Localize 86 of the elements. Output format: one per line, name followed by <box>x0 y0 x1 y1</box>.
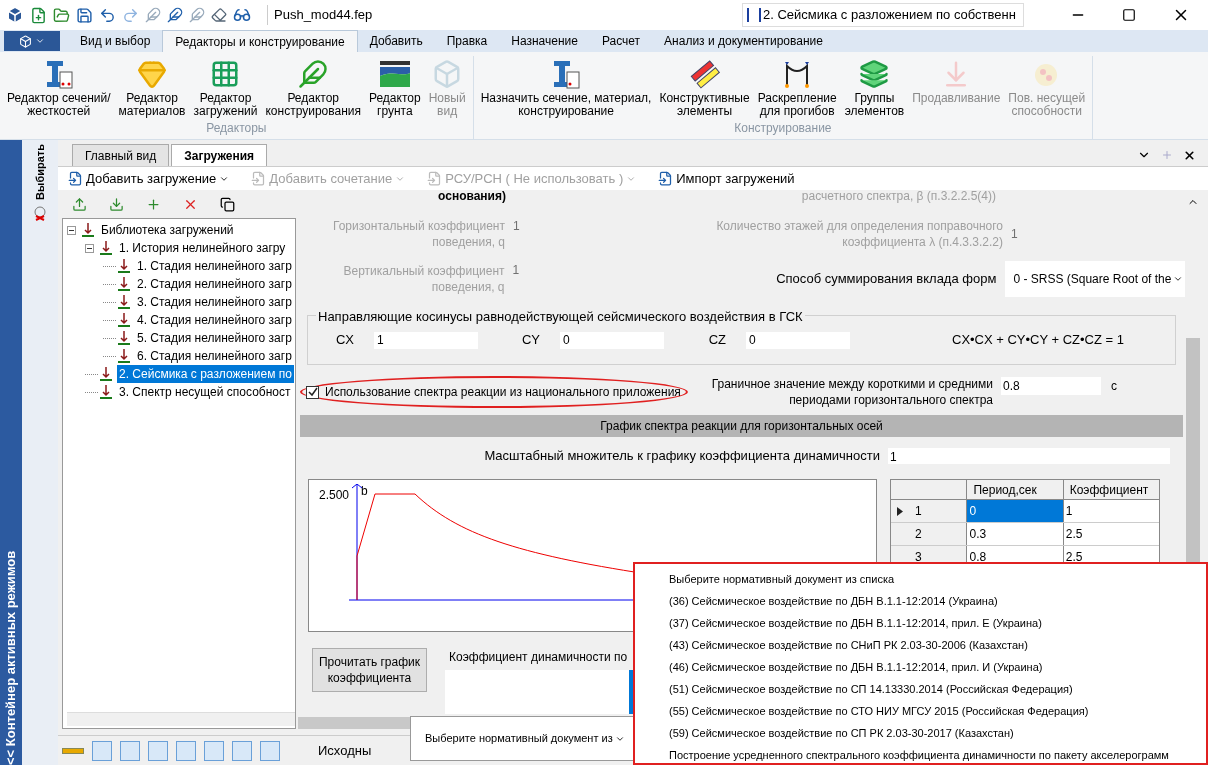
field-label: CY <box>520 331 541 350</box>
load-case-selector[interactable]: 2. Сейсмика с разложением по собственн <box>742 3 1024 27</box>
ribbon-tab[interactable]: Правка <box>434 30 500 52</box>
document-tab[interactable]: Загружения <box>171 144 268 166</box>
table-cell: 2.5 <box>1062 523 1159 545</box>
field-label: Граничное значение между короткими и средними периодами горизонтального спектра <box>710 376 993 408</box>
row-number: 2 <box>915 526 922 543</box>
document-tab[interactable]: Главный вид <box>72 144 170 166</box>
tree-item[interactable]: 3. Спектр несущей способност <box>117 383 293 401</box>
row-number: 3 <box>915 549 922 566</box>
field-label: Горизонтальный коэффициент поведения, q <box>332 218 505 250</box>
formula: CX•CX + CY•CY + CZ•CZ = 1 <box>952 331 1124 350</box>
table-cell: 1 <box>1062 500 1159 522</box>
field-label: CZ <box>707 331 727 350</box>
section-header: График спектра реакции для горизонтальных осей <box>300 415 1183 437</box>
text-field[interactable]: 1 <box>374 331 478 349</box>
side-tab[interactable]: Выбирать <box>31 144 49 200</box>
toolbar-button[interactable]: Импорт загружений <box>658 168 795 189</box>
tree-item[interactable]: 3. Стадия нелинейного загр <box>135 293 294 311</box>
tree-item[interactable]: 1. История нелинейного загру <box>117 239 288 257</box>
tree-item[interactable]: 2. Сейсмика с разложением по <box>117 365 294 383</box>
ribbon-tab[interactable]: Вид и выбор <box>68 30 163 52</box>
table-cell: 0 <box>966 500 1063 522</box>
ribbon-button[interactable]: Редактор грунта <box>366 56 424 118</box>
field-label: основания) <box>437 190 506 203</box>
field-label: расчетного спектра, β (п.3.2.2.5(4)) <box>800 190 996 203</box>
tree-item[interactable]: Библиотека загружений <box>99 221 236 239</box>
field-label: Вертикальный коэффициент поведения, q <box>342 263 505 295</box>
group-label: Конструирование <box>733 120 833 137</box>
text-field[interactable]: 0 <box>560 331 664 349</box>
tree-item[interactable]: 6. Стадия нелинейного загр <box>135 347 294 365</box>
ribbon-tab[interactable]: Расчет <box>589 30 653 52</box>
list-item[interactable]: (55) Сейсмическое воздействие по СТО НИУ МГСУ 2015 (Российская Федерация) <box>635 700 1206 722</box>
file-name: Push_mod44.fep <box>267 5 373 25</box>
ribbon-button[interactable]: Редактор загружений <box>190 56 261 118</box>
national-annex-checkbox[interactable]: Использование спектра реакции из национального приложения <box>300 376 688 408</box>
ribbon-button[interactable]: Редактор материалов <box>115 56 189 118</box>
tree-item[interactable]: 5. Стадия нелинейного загр <box>135 329 294 347</box>
field-value: 1 <box>513 218 521 235</box>
read-chart-button[interactable]: Прочитать график коэффициента <box>312 648 427 692</box>
table-cell: 0.3 <box>966 523 1063 545</box>
axis-value: 2.500 <box>319 487 350 504</box>
group-label: Редакторы <box>205 120 268 137</box>
list-item[interactable]: (37) Сейсмическое воздействие по ДБН В.1.1-12:2014, прил. Е (Украина) <box>635 612 1206 634</box>
text-field[interactable]: 1 <box>888 448 1170 464</box>
ribbon-tab[interactable]: Добавить <box>357 30 435 52</box>
ribbon-button[interactable]: Конструктивные элементы <box>656 56 753 118</box>
table-row[interactable]: 1 0 1 <box>891 500 1159 523</box>
field-label: Коэффициент динамичности по <box>449 649 629 666</box>
field-label: CX <box>334 331 355 350</box>
list-item[interactable]: (36) Сейсмическое воздействие по ДБН В.1.1-12:2014 (Украина) <box>635 590 1206 612</box>
status-text: Исходны <box>318 741 372 760</box>
field-label: Способ суммирования вклада форм <box>775 270 997 289</box>
ribbon-button[interactable]: Назначить сечение, материал, конструирование <box>477 56 655 118</box>
text-field[interactable]: 0 <box>746 331 850 349</box>
ribbon-button[interactable]: Редактор сечений/ жесткостей <box>4 56 114 118</box>
field-value: 1 <box>1011 226 1018 243</box>
table-row[interactable]: 2 0.3 2.5 <box>891 523 1159 546</box>
ribbon-button[interactable]: Группы элементов <box>841 56 908 118</box>
list-item[interactable]: Построение усредненного спектрального коэффициента динамичности по пакету акселерограмм <box>635 744 1206 765</box>
tree-item[interactable]: 1. Стадия нелинейного загр <box>135 257 294 275</box>
summation-select[interactable]: 0 - SRSS (Square Root of the <box>1005 261 1185 297</box>
toolbar-button[interactable]: Добавить загружение <box>68 168 230 189</box>
tree-item[interactable]: 2. Стадия нелинейного загр <box>135 275 294 293</box>
ribbon-button[interactable]: Раскрепление для прогибов <box>754 56 840 118</box>
side-panel-strip[interactable]: << Контейнер активных режимов <box>0 140 22 765</box>
field-value: 1 <box>512 262 521 279</box>
list-item[interactable]: Выберите нормативный документ из списка <box>635 568 1206 590</box>
unit-label: с <box>1111 378 1117 395</box>
list-item[interactable]: (59) Сейсмическое воздействие по СП РК 2.03-30-2017 (Казахстан) <box>635 722 1206 744</box>
field-label: Масштабный множитель к графику коэффициента динамичности <box>483 447 880 466</box>
column-header[interactable]: Период,сек <box>966 480 1063 499</box>
column-header[interactable]: Коэффициент <box>1062 480 1159 499</box>
list-item[interactable]: (43) Сейсмическое воздействие по СНиП РК 2.03-30-2006 (Казахстан) <box>635 634 1206 656</box>
ribbon-tab[interactable]: Назначение <box>499 30 590 52</box>
axis-label: b <box>361 483 368 500</box>
document-select-dropdown-menu[interactable]: Выберите нормативный документ из <box>410 716 634 761</box>
field-label: Количество этажей для определения поправочного коэффициента λ (п.4.3.3.2.2) <box>715 218 1003 250</box>
ribbon-tab[interactable]: Редакторы и конструирование <box>162 30 358 52</box>
ribbon-tab[interactable]: Анализ и документирование <box>652 30 835 52</box>
list-item[interactable]: (51) Сейсмическое воздействие по СП 14.13330.2014 (Российская Федерация) <box>635 678 1206 700</box>
ribbon-button[interactable]: Редактор конструирования <box>262 56 364 118</box>
tree-item[interactable]: 4. Стадия нелинейного загр <box>135 311 294 329</box>
row-number: 1 <box>915 503 922 520</box>
list-item[interactable]: (46) Сейсмическое воздействие по ДБН В.1.1-12:2014, прил. И (Украина) <box>635 656 1206 678</box>
text-field[interactable]: 0.8 <box>1001 377 1101 395</box>
